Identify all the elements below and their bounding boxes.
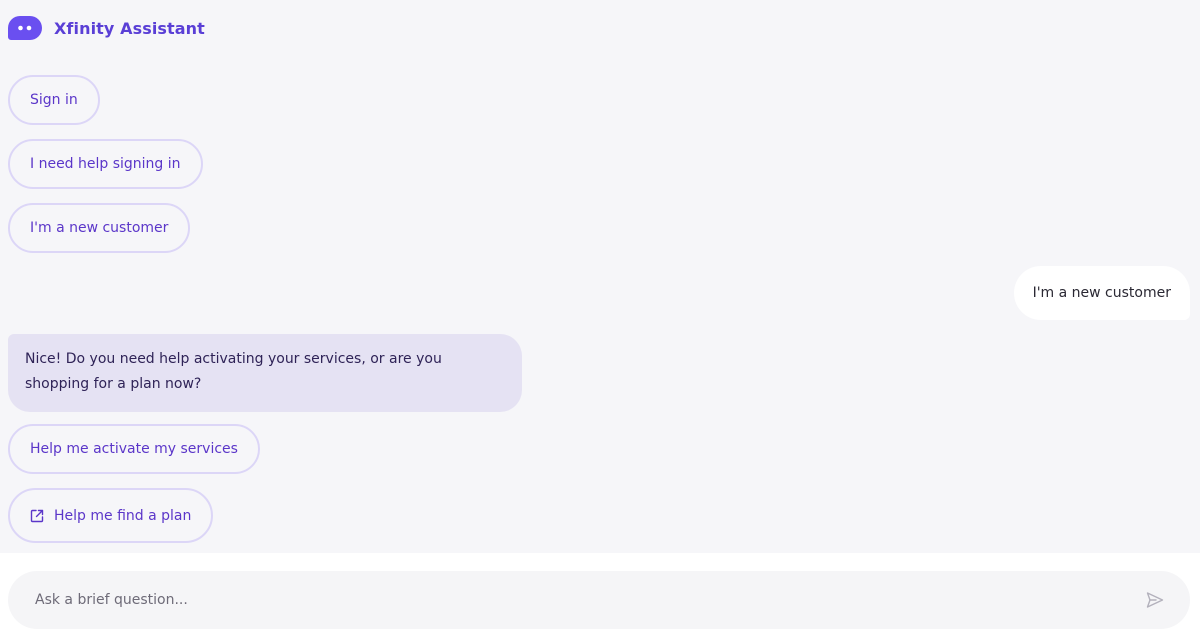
quick-reply-label: I'm a new customer (30, 220, 169, 236)
send-icon (1146, 592, 1164, 608)
assistant-title: Xfinity Assistant (54, 18, 205, 38)
quick-reply-new-customer[interactable]: I'm a new customer (8, 203, 191, 253)
quick-reply-label: Sign in (30, 92, 78, 108)
user-message-text: I'm a new customer (1032, 285, 1171, 301)
quick-reply-activate-services[interactable]: Help me activate my services (8, 424, 260, 474)
composer (8, 571, 1190, 629)
external-link-icon (30, 509, 44, 522)
quick-reply-find-plan[interactable]: Help me find a plan (8, 488, 214, 543)
chat-transcript: Xfinity Assistant Sign in I need help si… (0, 0, 1200, 553)
send-button[interactable] (1144, 589, 1166, 611)
assistant-header: Xfinity Assistant (8, 14, 205, 42)
quick-reply-label: Help me activate my services (30, 441, 238, 457)
quick-reply-label: I need help signing in (30, 156, 181, 172)
user-message: I'm a new customer (1013, 266, 1190, 320)
quick-reply-help-signing-in[interactable]: I need help signing in (8, 139, 203, 189)
chat-bubble-icon (8, 16, 42, 40)
assistant-message: Nice! Do you need help activating your s… (8, 334, 522, 412)
assistant-message-text: Nice! Do you need help activating your s… (25, 351, 442, 392)
quick-reply-label: Help me find a plan (54, 507, 192, 524)
question-input[interactable] (33, 591, 1144, 609)
assistant-app: Xfinity Assistant Sign in I need help si… (0, 0, 1200, 638)
quick-reply-sign-in[interactable]: Sign in (8, 75, 100, 125)
